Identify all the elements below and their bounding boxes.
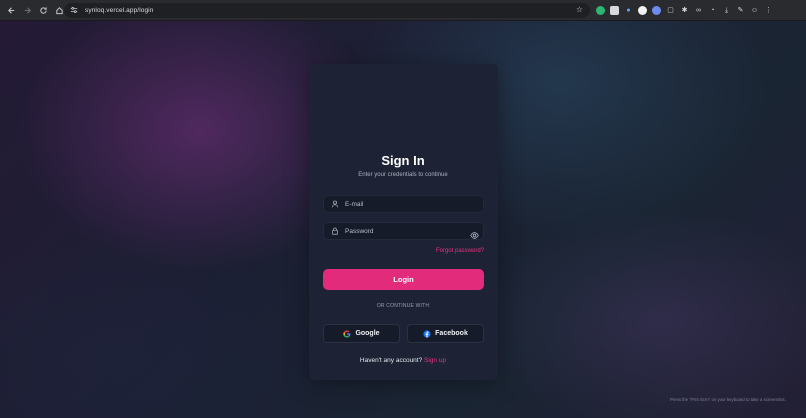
page-title: Sign In	[381, 153, 425, 168]
forgot-password-link[interactable]: Forgot password?	[323, 248, 484, 254]
browser-toolbar: synloq.vercel.app/login ☆ ● ▢ ✱ ∞ ◔ ⤓ ✎ …	[0, 0, 806, 21]
extensions-bar: ● ▢ ✱ ∞ ◔ ⤓ ✎ ☺ ⋮	[596, 4, 773, 17]
show-password-eye-icon[interactable]	[470, 227, 479, 239]
extension-icon-7[interactable]: ∞	[694, 6, 703, 15]
screenshot-hint: Press the "Prnt Scrn" on your keyboard t…	[670, 397, 786, 402]
browser-nav	[0, 2, 67, 18]
url-text[interactable]: synloq.vercel.app/login	[85, 7, 153, 14]
continue-with-divider: OR CONTINUE WITH	[376, 303, 430, 309]
facebook-login-button[interactable]: Facebook	[407, 324, 484, 343]
back-icon[interactable]	[3, 2, 19, 18]
facebook-icon	[423, 329, 431, 338]
facebook-button-label: Facebook	[435, 330, 468, 337]
forward-icon[interactable]	[19, 2, 35, 18]
puzzle-icon[interactable]: ▢	[666, 6, 675, 15]
user-icon	[330, 200, 339, 209]
profile-icon[interactable]: ☺	[750, 6, 759, 15]
page-subtitle: Enter your credentials to continue	[358, 172, 448, 178]
bookmark-star-icon[interactable]: ☆	[576, 5, 583, 14]
site-info-icon[interactable]	[70, 6, 81, 16]
signup-link[interactable]: Sign up	[424, 357, 446, 364]
lock-icon	[330, 227, 339, 236]
password-input[interactable]	[345, 227, 465, 235]
menu-icon[interactable]: ⋮	[764, 6, 773, 15]
extension-icon-2[interactable]	[610, 6, 619, 15]
signup-prompt: Haven't any account? Sign up	[0, 357, 806, 364]
google-login-button[interactable]: Google	[323, 324, 400, 343]
extension-icon-4[interactable]	[638, 6, 647, 15]
extension-icon-8[interactable]: ◔	[708, 6, 717, 15]
extension-icon-3[interactable]: ●	[624, 6, 633, 15]
extension-icon-6[interactable]: ✱	[680, 6, 689, 15]
extension-icon-5[interactable]	[652, 6, 661, 15]
login-button[interactable]: Login	[323, 269, 484, 290]
email-input[interactable]	[345, 200, 465, 208]
extension-icon-9[interactable]: ✎	[736, 6, 745, 15]
google-icon	[343, 329, 351, 338]
extension-icon-1[interactable]	[596, 6, 605, 15]
password-field[interactable]	[323, 222, 484, 240]
no-account-text: Haven't any account?	[359, 357, 425, 364]
reload-icon[interactable]	[35, 2, 51, 18]
download-icon[interactable]: ⤓	[722, 6, 731, 15]
address-bar[interactable]: synloq.vercel.app/login ☆	[64, 3, 590, 18]
google-button-label: Google	[355, 330, 380, 337]
email-field[interactable]	[323, 195, 484, 213]
